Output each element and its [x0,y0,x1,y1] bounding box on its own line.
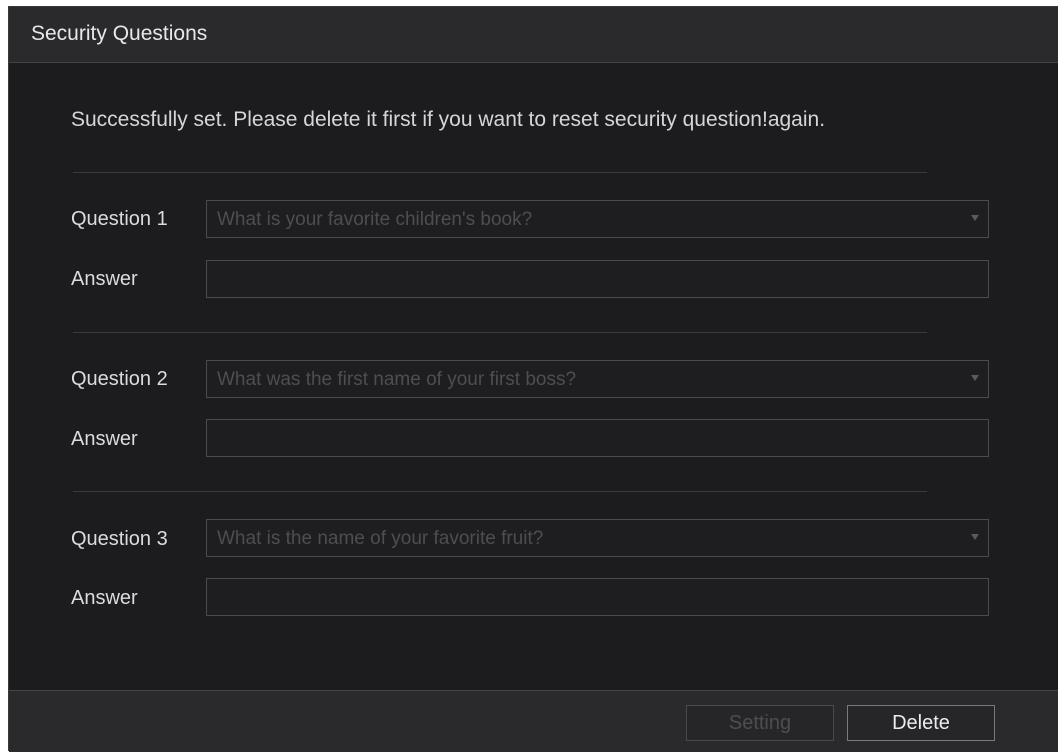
question-3-select[interactable]: What is the name of your favorite fruit? [206,519,989,557]
question-1-select[interactable]: What is your favorite children's book? [206,200,989,238]
divider [73,172,927,173]
dialog-title: Security Questions [31,22,208,45]
delete-button[interactable]: Delete [847,705,995,741]
question-2-selected: What was the first name of your first bo… [217,369,577,390]
divider [73,491,927,492]
answer-3-input[interactable] [206,578,989,616]
status-message: Successfully set. Please delete it first… [71,108,826,131]
question-2-select[interactable]: What was the first name of your first bo… [206,360,989,398]
caret-down-icon [971,534,979,540]
answer-2-label: Answer [71,428,138,450]
title-bar: Security Questions [9,7,1058,63]
security-questions-dialog: Security Questions Successfully set. Ple… [8,6,1058,752]
question-1-label: Question 1 [71,208,168,230]
caret-down-icon [971,375,979,381]
answer-2-input[interactable] [206,419,989,457]
question-3-label: Question 3 [71,528,168,550]
answer-1-input[interactable] [206,260,989,298]
answer-1-label: Answer [71,268,138,290]
setting-button[interactable]: Setting [686,705,834,741]
question-1-selected: What is your favorite children's book? [217,209,533,230]
divider [73,332,927,333]
question-3-selected: What is the name of your favorite fruit? [217,528,544,549]
question-2-label: Question 2 [71,368,168,390]
dialog-footer: Setting Delete [9,690,1058,752]
caret-down-icon [971,215,979,221]
answer-3-label: Answer [71,587,138,609]
